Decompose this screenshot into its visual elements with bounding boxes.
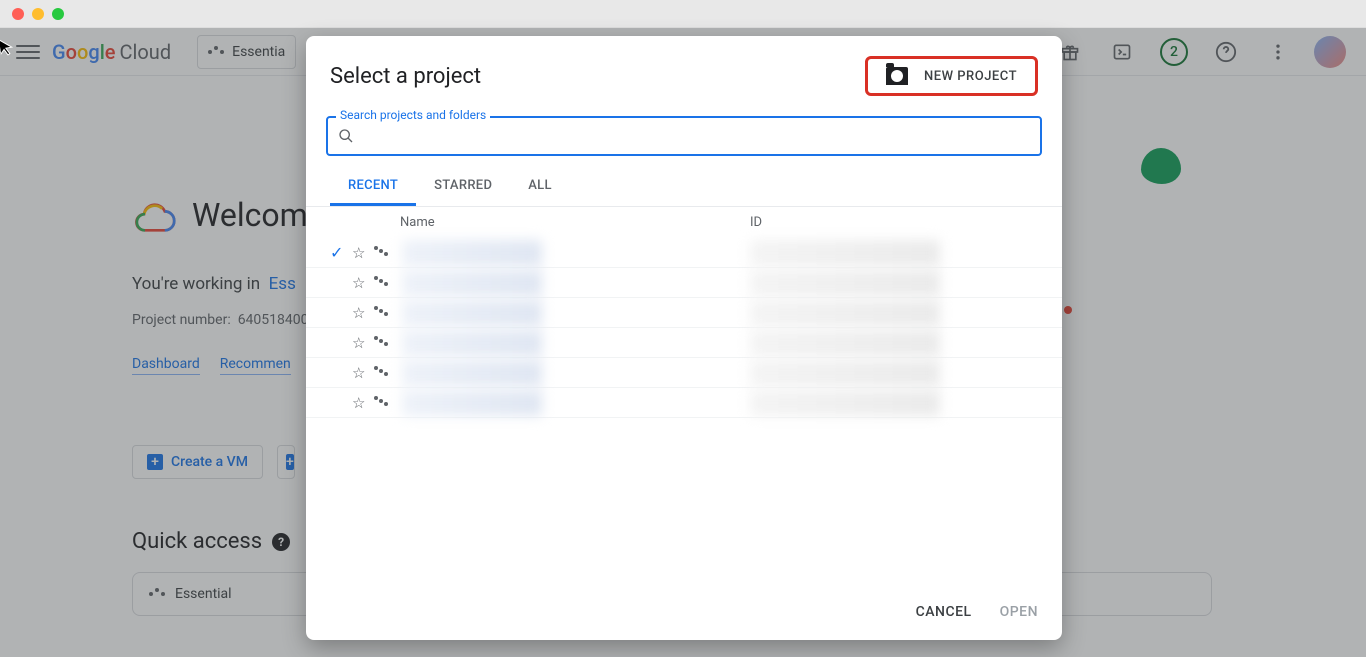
project-id-redacted (750, 360, 940, 386)
dialog-title: Select a project (330, 64, 481, 89)
tab-starred[interactable]: STARRED (416, 168, 510, 206)
search-icon (338, 128, 354, 144)
star-icon[interactable]: ☆ (352, 304, 368, 322)
table-row[interactable]: ☆ (306, 388, 1062, 418)
project-id-redacted (750, 240, 940, 266)
project-name-redacted (402, 270, 542, 296)
project-name-redacted (402, 240, 542, 266)
project-icon (374, 279, 388, 286)
project-id-redacted (750, 330, 940, 356)
project-icon (374, 369, 388, 376)
mac-fullscreen-button[interactable] (52, 8, 64, 20)
tab-all[interactable]: ALL (510, 168, 570, 206)
tabs: RECENT STARRED ALL (306, 156, 1062, 207)
new-project-button[interactable]: NEW PROJECT (865, 56, 1038, 96)
new-project-folder-icon (886, 67, 908, 85)
project-name-redacted (402, 300, 542, 326)
search-input[interactable] (362, 128, 1030, 144)
project-icon (374, 249, 388, 256)
project-name-redacted (402, 360, 542, 386)
check-icon: ✓ (330, 243, 346, 262)
star-icon[interactable]: ☆ (352, 334, 368, 352)
star-icon[interactable]: ☆ (352, 364, 368, 382)
column-name-header: Name (400, 215, 750, 230)
select-project-dialog: Select a project NEW PROJECT Search proj… (306, 36, 1062, 640)
project-icon (374, 339, 388, 346)
search-box[interactable] (326, 116, 1042, 156)
cancel-button[interactable]: CANCEL (916, 604, 972, 620)
project-icon (374, 309, 388, 316)
table-row[interactable]: ☆ (306, 268, 1062, 298)
mac-close-button[interactable] (12, 8, 24, 20)
project-name-redacted (402, 330, 542, 356)
table-row[interactable]: ☆ (306, 328, 1062, 358)
search-label: Search projects and folders (336, 108, 490, 122)
tab-recent[interactable]: RECENT (330, 168, 416, 206)
table-row[interactable]: ☆ (306, 358, 1062, 388)
table-row[interactable]: ✓ ☆ (306, 238, 1062, 268)
project-id-redacted (750, 390, 940, 416)
project-name-redacted (402, 390, 542, 416)
project-icon (374, 399, 388, 406)
star-icon[interactable]: ☆ (352, 274, 368, 292)
table-row[interactable]: ☆ (306, 298, 1062, 328)
star-icon[interactable]: ☆ (352, 394, 368, 412)
new-project-label: NEW PROJECT (924, 69, 1017, 84)
column-id-header: ID (750, 215, 1038, 230)
project-id-redacted (750, 270, 940, 296)
mac-titlebar (0, 0, 1366, 28)
open-button[interactable]: OPEN (1000, 604, 1038, 620)
project-id-redacted (750, 300, 940, 326)
mac-minimize-button[interactable] (32, 8, 44, 20)
table-header: Name ID (306, 207, 1062, 238)
project-rows: ✓ ☆ ☆ ☆ ☆ ☆ (306, 238, 1062, 418)
star-icon[interactable]: ☆ (352, 244, 368, 262)
